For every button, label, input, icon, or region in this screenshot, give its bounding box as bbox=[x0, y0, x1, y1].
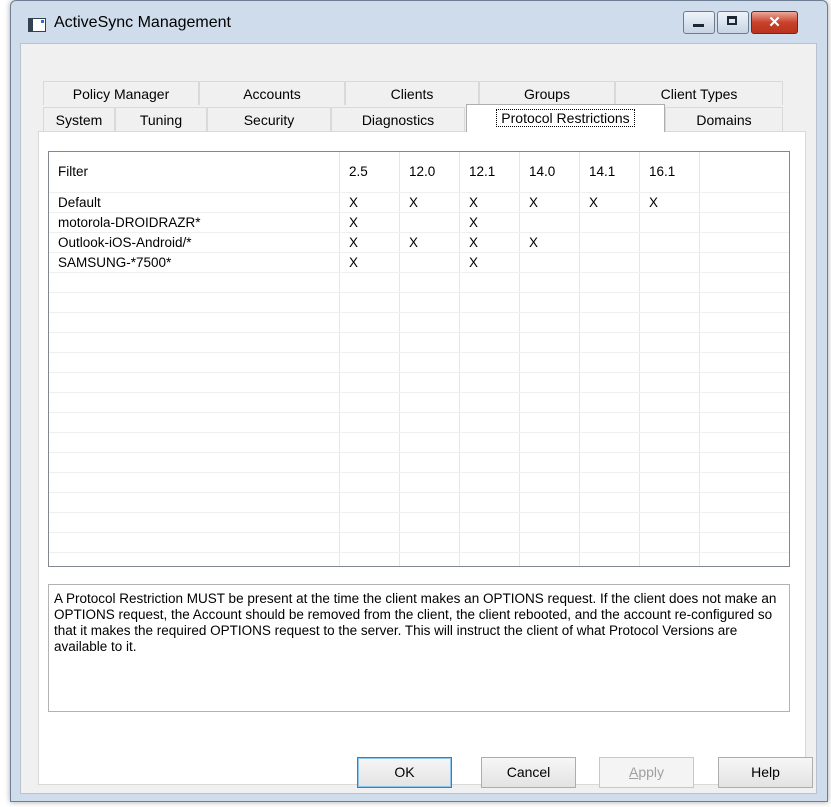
version-cell: X bbox=[349, 255, 359, 270]
column-header-filter[interactable]: Filter bbox=[58, 152, 88, 192]
close-button[interactable]: ✕ bbox=[751, 11, 798, 34]
filter-cell: Outlook-iOS-Android/* bbox=[58, 235, 192, 250]
version-cell: X bbox=[589, 195, 599, 210]
window-title: ActiveSync Management bbox=[54, 14, 231, 31]
version-cell: X bbox=[409, 235, 419, 250]
version-cell: X bbox=[469, 235, 479, 250]
table-row[interactable]: SAMSUNG-*7500* X X bbox=[49, 253, 789, 273]
version-cell: X bbox=[469, 215, 479, 230]
table-row[interactable]: motorola-DROIDRAZR* X X bbox=[49, 213, 789, 233]
column-header-12-0[interactable]: 12.0 bbox=[409, 152, 435, 192]
version-cell: X bbox=[529, 195, 539, 210]
cancel-button[interactable]: Cancel bbox=[481, 757, 576, 788]
column-header-2-5[interactable]: 2.5 bbox=[349, 152, 368, 192]
version-cell: X bbox=[349, 195, 359, 210]
version-cell: X bbox=[649, 195, 659, 210]
window-icon bbox=[28, 18, 46, 32]
version-cell: X bbox=[409, 195, 419, 210]
version-cell: X bbox=[469, 255, 479, 270]
apply-button[interactable]: Apply bbox=[599, 757, 694, 788]
table-row[interactable]: Outlook-iOS-Android/* X X X X bbox=[49, 233, 789, 253]
version-cell: X bbox=[349, 215, 359, 230]
apply-accelerator: A bbox=[628, 764, 639, 780]
filter-cell: Default bbox=[58, 195, 101, 210]
tab-accounts[interactable]: Accounts bbox=[199, 81, 345, 105]
version-cell: X bbox=[529, 235, 539, 250]
minimize-button[interactable] bbox=[683, 11, 715, 34]
tab-system[interactable]: System bbox=[43, 107, 115, 131]
table-header: Filter 2.5 12.0 12.1 14.0 14.1 16.1 bbox=[49, 152, 789, 192]
title-bar[interactable]: ActiveSync Management ✕ bbox=[11, 1, 827, 43]
tab-tuning[interactable]: Tuning bbox=[115, 107, 207, 131]
filter-cell: motorola-DROIDRAZR* bbox=[58, 215, 201, 230]
help-button[interactable]: Help bbox=[718, 757, 813, 788]
table-row[interactable]: Default X X X X X X bbox=[49, 193, 789, 213]
tab-protocol-restrictions-label: Protocol Restrictions bbox=[496, 109, 635, 127]
column-header-16-1[interactable]: 16.1 bbox=[649, 152, 675, 192]
column-header-14-1[interactable]: 14.1 bbox=[589, 152, 615, 192]
tab-client-types[interactable]: Client Types bbox=[615, 81, 783, 105]
maximize-icon bbox=[727, 16, 737, 25]
tab-diagnostics[interactable]: Diagnostics bbox=[331, 107, 465, 131]
column-header-14-0[interactable]: 14.0 bbox=[529, 152, 555, 192]
tab-domains[interactable]: Domains bbox=[665, 107, 783, 131]
filter-cell: SAMSUNG-*7500* bbox=[58, 255, 172, 270]
protocol-restrictions-list[interactable]: Filter 2.5 12.0 12.1 14.0 14.1 16.1 Defa… bbox=[48, 151, 790, 567]
close-icon: ✕ bbox=[768, 14, 781, 31]
version-cell: X bbox=[349, 235, 359, 250]
tab-policy-manager[interactable]: Policy Manager bbox=[43, 81, 199, 105]
activesync-window: ActiveSync Management ✕ Policy Manager A… bbox=[10, 0, 828, 802]
tab-protocol-restrictions[interactable]: Protocol Restrictions bbox=[466, 104, 665, 132]
description-box: A Protocol Restriction MUST be present a… bbox=[48, 584, 790, 712]
ok-button[interactable]: OK bbox=[357, 757, 452, 788]
tab-clients[interactable]: Clients bbox=[345, 81, 479, 105]
description-text: A Protocol Restriction MUST be present a… bbox=[54, 591, 777, 654]
minimize-icon bbox=[693, 24, 704, 27]
tab-groups[interactable]: Groups bbox=[479, 81, 615, 105]
dialog-client-area: Policy Manager Accounts Clients Groups C… bbox=[20, 43, 817, 794]
apply-label-rest: pply bbox=[638, 764, 665, 780]
maximize-button[interactable] bbox=[717, 11, 749, 34]
tab-security[interactable]: Security bbox=[207, 107, 331, 131]
version-cell: X bbox=[469, 195, 479, 210]
column-header-12-1[interactable]: 12.1 bbox=[469, 152, 495, 192]
